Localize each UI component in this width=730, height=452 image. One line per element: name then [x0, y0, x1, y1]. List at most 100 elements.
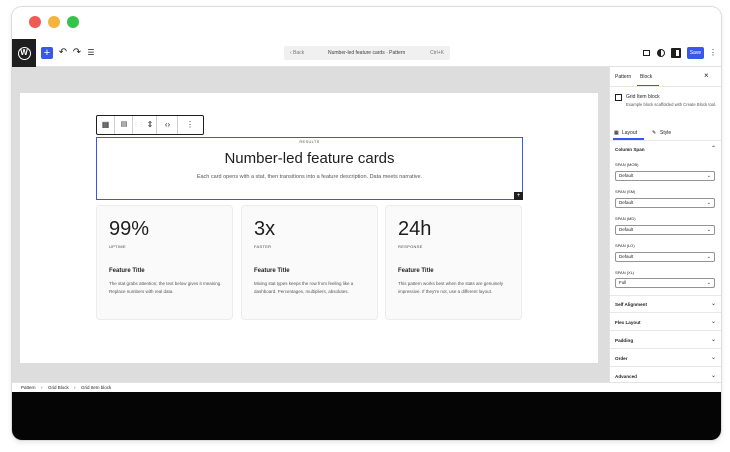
panel-advanced[interactable]: Advanced — [615, 374, 637, 379]
span-mob-label: SPAN (MOB) — [615, 162, 639, 167]
block-inserter-icon[interactable]: + — [514, 192, 523, 200]
span-sm-value: Default — [619, 200, 634, 205]
window-titlebar — [12, 7, 721, 39]
card-stat-label: RESPONSE — [398, 244, 423, 249]
chevron-down-icon: ⌄ — [706, 254, 711, 260]
divider — [610, 348, 721, 349]
hero-heading[interactable]: Number-led feature cards — [97, 150, 522, 167]
divider — [610, 86, 721, 87]
span-xl-value: Full — [619, 280, 627, 285]
span-lg-value: Default — [619, 254, 634, 259]
wordpress-logo-button[interactable]: W — [12, 39, 36, 67]
card-title: Feature Title — [109, 268, 145, 274]
span-sm-label: SPAN (SM) — [615, 189, 636, 194]
chevron-up-icon[interactable]: ⌃ — [711, 145, 716, 152]
card-stat-label: UPTIME — [109, 244, 126, 249]
select-parent-icon[interactable]: ▦ — [97, 116, 115, 134]
card-title: Feature Title — [398, 268, 434, 274]
block-icon — [615, 94, 622, 101]
card-description: Mixing stat types keeps the row from fee… — [254, 281, 354, 294]
save-button[interactable]: Save — [687, 47, 704, 59]
layout-icon: ▦ — [614, 130, 619, 136]
span-xl-label: SPAN (XL) — [615, 270, 635, 275]
divider — [610, 366, 721, 367]
span-mob-select[interactable]: Default ⌄ — [615, 171, 715, 181]
close-sidebar-icon[interactable]: × — [704, 71, 709, 80]
breadcrumb-item[interactable]: Pattern — [21, 383, 36, 392]
feature-card[interactable]: 3x FASTER Feature Title Mixing stat type… — [241, 205, 378, 320]
card-title: Feature Title — [254, 268, 290, 274]
shortcut-hint: Ctrl+K — [429, 50, 444, 56]
card-stat: 99% — [109, 218, 150, 240]
span-lg-select[interactable]: Default ⌄ — [615, 252, 715, 262]
editor-top-toolbar: W + ↶ ↷ ☰ ‹ Back Number-led feature card… — [12, 39, 721, 67]
drag-handle-icon[interactable]: ⋮⋮ — [133, 116, 144, 134]
chevron-down-icon[interactable]: ⌄ — [711, 300, 716, 307]
add-block-button[interactable]: + — [41, 47, 53, 59]
card-description: The stat grabs attention; the text below… — [109, 281, 222, 294]
divider — [610, 295, 721, 296]
chevron-down-icon: ⌄ — [706, 227, 711, 233]
style-contrast-icon[interactable] — [657, 49, 665, 57]
subtab-layout[interactable]: Layout — [622, 130, 637, 136]
chevron-down-icon[interactable]: ⌄ — [711, 372, 716, 379]
move-icon[interactable]: ⇕ — [144, 116, 157, 134]
back-link[interactable]: ‹ Back — [290, 46, 304, 60]
span-lg-label: SPAN (LG) — [615, 243, 635, 248]
chevron-right-icon: › — [41, 385, 43, 390]
chevron-down-icon[interactable]: ⌄ — [711, 336, 716, 343]
tab-pattern[interactable]: Pattern — [615, 74, 631, 80]
block-description: Example block scaffolded with Create Blo… — [626, 102, 717, 107]
span-md-value: Default — [619, 227, 634, 232]
settings-sidebar: Pattern Block × Grid Item block Example … — [609, 67, 721, 382]
redo-icon[interactable]: ↷ — [72, 46, 82, 60]
view-icon[interactable] — [643, 50, 650, 56]
chevron-right-icon: › — [74, 385, 76, 390]
panel-flex-layout[interactable]: Flex Layout — [615, 320, 641, 325]
minimize-window-button[interactable] — [48, 16, 60, 28]
block-toolbar: ▦ ▤ ⋮⋮ ⇕ ‹› ⋮ — [96, 115, 204, 135]
code-icon[interactable]: ‹› — [158, 116, 178, 134]
chevron-down-icon: ⌄ — [706, 280, 711, 286]
more-options-icon[interactable]: ⋮ — [178, 116, 202, 134]
span-md-select[interactable]: Default ⌄ — [615, 225, 715, 235]
divider — [610, 140, 721, 141]
panel-padding[interactable]: Padding — [615, 338, 633, 343]
tab-block[interactable]: Block — [640, 74, 652, 80]
chevron-down-icon: ⌄ — [706, 200, 711, 206]
block-name: Grid Item block — [626, 94, 660, 100]
divider — [610, 330, 721, 331]
hero-description[interactable]: Each card opens with a stat, then transi… — [97, 174, 522, 180]
block-type-icon[interactable]: ▤ — [116, 116, 133, 134]
chevron-down-icon[interactable]: ⌄ — [711, 318, 716, 325]
eyebrow-label: RESULTS — [299, 139, 320, 144]
subtab-style[interactable]: Style — [660, 130, 671, 136]
close-window-button[interactable] — [29, 16, 41, 28]
maximize-window-button[interactable] — [67, 16, 79, 28]
panel-order[interactable]: Order — [615, 356, 628, 361]
feature-card[interactable]: 99% UPTIME Feature Title The stat grabs … — [96, 205, 233, 320]
options-menu-icon[interactable]: ⋮ — [709, 46, 717, 60]
hero-block[interactable]: RESULTS Number-led feature cards Each ca… — [96, 137, 523, 200]
settings-panel-icon[interactable] — [671, 48, 681, 58]
card-description: This pattern works best when the stats a… — [398, 281, 504, 294]
span-sm-select[interactable]: Default ⌄ — [615, 198, 715, 208]
span-xl-select[interactable]: Full ⌄ — [615, 278, 715, 288]
document-title: Number-led feature cards · Pattern — [328, 50, 406, 56]
breadcrumb: Pattern › Grid Block › Grid Item block — [12, 382, 721, 392]
span-mob-value: Default — [619, 173, 634, 178]
card-stat: 24h — [398, 218, 432, 240]
breadcrumb-item: Grid Item block — [81, 385, 112, 390]
divider — [610, 312, 721, 313]
feature-card[interactable]: 24h RESPONSE Feature Title This pattern … — [385, 205, 522, 320]
breadcrumb-item[interactable]: Grid Block — [48, 383, 69, 392]
bottom-bar — [12, 392, 721, 440]
panel-self-alignment[interactable]: Self Alignment — [615, 302, 647, 307]
column-span-heading[interactable]: Column Span — [615, 147, 645, 152]
span-md-label: SPAN (MD) — [615, 216, 636, 221]
command-palette-bar[interactable]: ‹ Back Number-led feature cards · Patter… — [284, 46, 450, 60]
chevron-down-icon[interactable]: ⌄ — [711, 354, 716, 361]
document-overview-icon[interactable]: ☰ — [86, 46, 96, 60]
undo-icon[interactable]: ↶ — [58, 46, 68, 60]
pattern-preview: ▦ ▤ ⋮⋮ ⇕ ‹› ⋮ RESULTS Number-led feature… — [20, 93, 598, 363]
